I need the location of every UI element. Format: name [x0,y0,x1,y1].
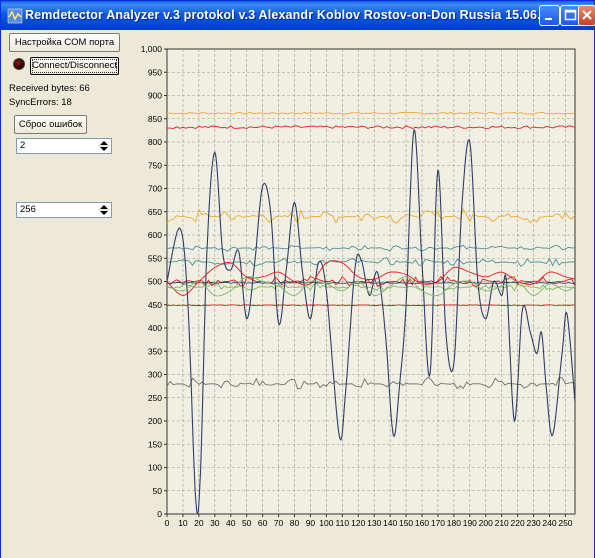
y-tick-label: 450 [148,300,162,310]
y-tick-label: 550 [148,253,162,263]
status-bar [1,550,594,558]
y-tick-label: 0 [157,509,162,519]
y-tick-label: 300 [148,370,162,380]
connection-led-icon [13,58,25,70]
y-tick-label: 150 [148,439,162,449]
spin-arrows-icon[interactable] [98,140,110,152]
connect-disconnect-button[interactable]: Connect/Disconnect [30,57,119,75]
x-tick-label: 250 [558,518,572,528]
app-icon [7,8,23,24]
x-tick-label: 170 [431,518,445,528]
x-tick-label: 160 [415,518,429,528]
minimize-icon [545,18,552,20]
x-tick-label: 0 [165,518,170,528]
com-port-settings-button[interactable]: Настройка COM порта [9,33,120,52]
app-window: Remdetector Analyzer v.3 protokol v.3 Al… [0,0,595,558]
samples-spinner[interactable]: 256 [16,202,112,218]
signal-chart: 0 50 100 150 200 250 300 350 400 450 500 550 600 650 7… [125,30,590,550]
x-tick-label: 30 [210,518,220,528]
y-tick-label: 600 [148,230,162,240]
x-tick-label: 80 [290,518,300,528]
x-tick-label: 120 [351,518,365,528]
x-tick-label: 150 [399,518,413,528]
title-bar[interactable]: Remdetector Analyzer v.3 protokol v.3 Al… [1,1,595,30]
y-tick-label: 500 [148,277,162,287]
y-tick-label: 100 [148,463,162,473]
x-tick-label: 180 [447,518,461,528]
x-tick-label: 190 [463,518,477,528]
x-tick-label: 110 [336,518,350,528]
y-tick-label: 950 [148,67,162,77]
y-tick-label: 750 [148,160,162,170]
close-icon [582,10,592,20]
spin-arrows-icon[interactable] [98,204,110,216]
y-tick-label: 400 [148,323,162,333]
x-tick-label: 240 [542,518,556,528]
received-bytes-label: Received bytes: 66 [9,83,90,94]
y-tick-label: 900 [148,91,162,101]
y-tick-label: 850 [148,114,162,124]
x-tick-label: 200 [479,518,493,528]
channel-value: 2 [20,140,26,151]
x-tick-label: 10 [178,518,188,528]
x-tick-label: 90 [306,518,316,528]
x-tick-label: 50 [242,518,252,528]
channel-spinner[interactable]: 2 [16,138,112,154]
x-tick-label: 60 [258,518,268,528]
x-tick-label: 100 [319,518,333,528]
y-tick-label: 1,000 [141,44,163,54]
y-tick-label: 650 [148,207,162,217]
x-tick-label: 220 [511,518,525,528]
x-tick-label: 230 [526,518,540,528]
window-title: Remdetector Analyzer v.3 protokol v.3 Al… [25,8,570,22]
x-tick-label: 40 [226,518,236,528]
x-tick-label: 20 [194,518,204,528]
reset-errors-button[interactable]: Сброс ошибок [14,115,87,134]
samples-value: 256 [20,204,36,215]
x-tick-label: 210 [495,518,509,528]
y-tick-label: 350 [148,346,162,356]
y-tick-label: 250 [148,393,162,403]
y-tick-label: 700 [148,184,162,194]
y-tick-label: 800 [148,137,162,147]
signal-chart-svg: 0501001502002503003504004505005506006507… [125,30,590,550]
minimize-button[interactable] [539,5,560,26]
close-button[interactable] [578,5,595,26]
x-tick-label: 130 [367,518,381,528]
sync-errors-label: SyncErrors: 18 [9,97,72,108]
x-tick-label: 70 [274,518,284,528]
x-tick-label: 140 [383,518,397,528]
y-tick-label: 200 [148,416,162,426]
y-tick-label: 50 [153,486,163,496]
